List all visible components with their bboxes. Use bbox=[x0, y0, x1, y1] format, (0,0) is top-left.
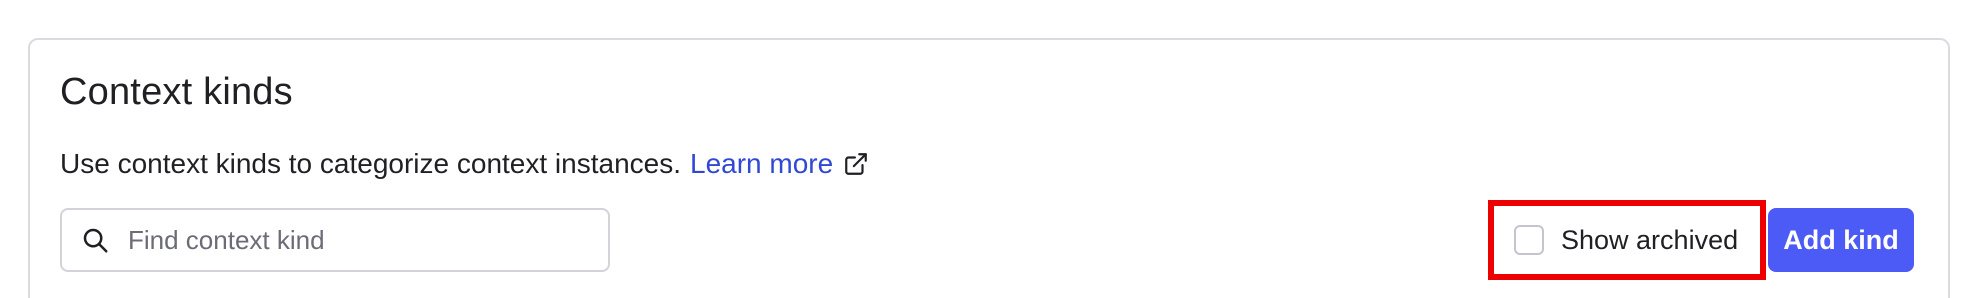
add-kind-button[interactable]: Add kind bbox=[1768, 208, 1914, 272]
learn-more-link[interactable]: Learn more bbox=[690, 146, 869, 182]
external-link-icon bbox=[845, 153, 868, 175]
search-box[interactable] bbox=[60, 208, 610, 272]
show-archived-checkbox[interactable] bbox=[1514, 225, 1544, 255]
description-text: Use context kinds to categorize context … bbox=[60, 148, 681, 179]
show-archived-label[interactable]: Show archived bbox=[1561, 225, 1738, 256]
page: Context kinds Use context kinds to categ… bbox=[0, 0, 1966, 298]
card-description: Use context kinds to categorize context … bbox=[60, 146, 869, 182]
show-archived-toggle[interactable]: Show archived bbox=[1488, 200, 1766, 280]
learn-more-label: Learn more bbox=[690, 148, 834, 179]
page-title: Context kinds bbox=[60, 71, 293, 113]
search-input[interactable] bbox=[128, 224, 568, 256]
search-icon bbox=[83, 228, 108, 253]
